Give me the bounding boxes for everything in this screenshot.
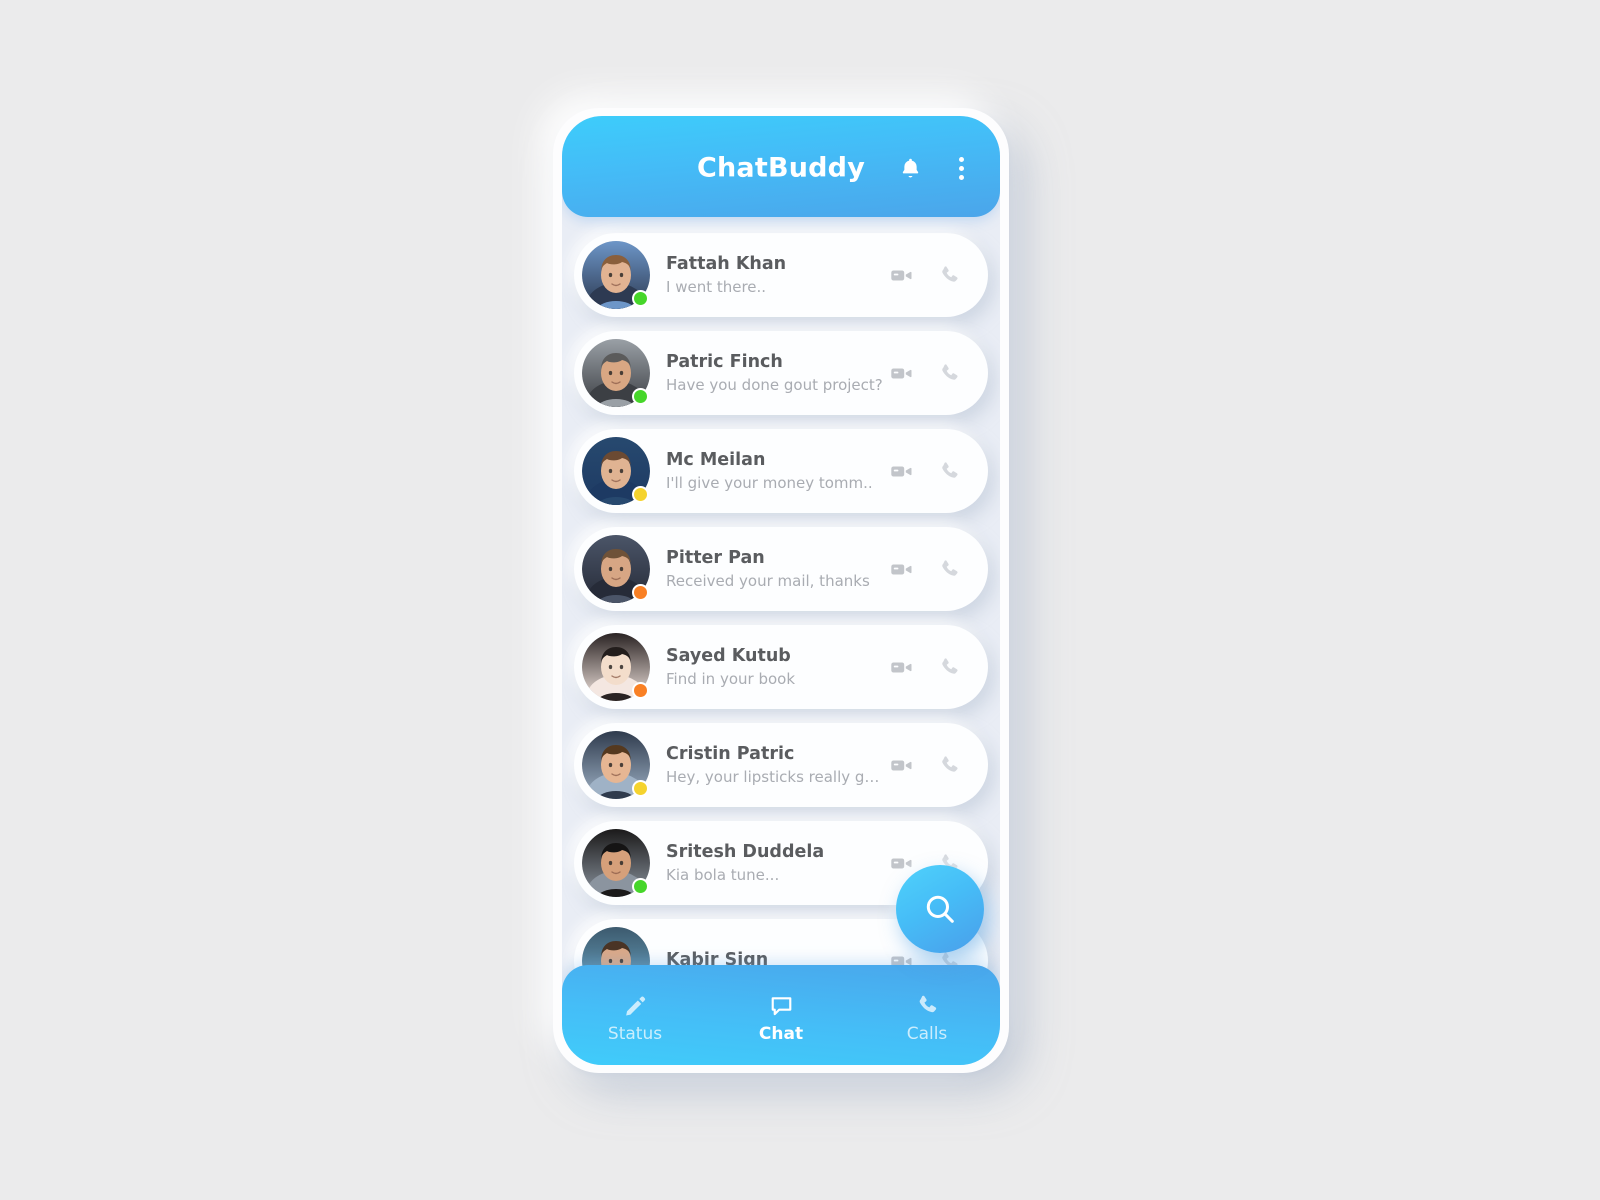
status-badge: [632, 290, 649, 307]
chat-item-actions: [888, 752, 988, 778]
nav-item-calls[interactable]: Calls: [854, 987, 1000, 1043]
menu-dot: [958, 156, 964, 162]
chat-item-actions: [888, 458, 988, 484]
bottom-navigation[interactable]: Status Chat Calls: [562, 965, 1000, 1065]
phone-icon: [913, 991, 941, 1019]
app-header: ChatBuddy: [562, 116, 1000, 217]
last-message: I'll give your money tomm..: [666, 473, 873, 492]
menu-dot: [958, 174, 964, 180]
status-badge: [632, 486, 649, 503]
bell-icon[interactable]: [897, 155, 923, 181]
contact-name: Pitter Pan: [666, 548, 765, 569]
nav-item-chat[interactable]: Chat: [708, 987, 854, 1043]
chat-item-text: Sayed Kutub Find in your book: [650, 645, 888, 689]
chat-item-text: Fattah Khan I went there..: [650, 253, 888, 297]
last-message: I went there..: [666, 277, 767, 296]
status-badge: [632, 878, 649, 895]
voice-call-icon[interactable]: [936, 458, 962, 484]
video-call-icon[interactable]: [888, 654, 914, 680]
chat-item-actions: [888, 360, 988, 386]
last-message: Find in your book: [666, 669, 796, 688]
status-badge: [632, 388, 649, 405]
chat-list-item[interactable]: Fattah Khan I went there..: [574, 233, 988, 317]
video-call-icon[interactable]: [888, 360, 914, 386]
status-badge: [632, 682, 649, 699]
contact-name: Sayed Kutub: [666, 646, 791, 667]
phone-frame: ChatBuddy Fattah Khan I went there.. Pat…: [553, 108, 1009, 1073]
contact-name: Sritesh Duddela: [666, 842, 825, 863]
contact-name: Cristin Patric: [666, 744, 795, 765]
last-message: Have you done gout project?: [666, 375, 883, 394]
pencil-icon: [621, 991, 649, 1019]
chat-item-actions: [888, 654, 988, 680]
voice-call-icon[interactable]: [936, 262, 962, 288]
last-message: Kia bola tune...: [666, 865, 780, 884]
nav-item-status[interactable]: Status: [562, 987, 708, 1043]
chat-bubble-icon: [767, 991, 795, 1019]
video-call-icon[interactable]: [888, 752, 914, 778]
avatar[interactable]: [582, 731, 650, 799]
chat-item-actions: [888, 556, 988, 582]
overflow-menu-icon[interactable]: [950, 155, 972, 181]
phone-screen: ChatBuddy Fattah Khan I went there.. Pat…: [562, 116, 1000, 1065]
chat-list-item[interactable]: Patric Finch Have you done gout project?: [574, 331, 988, 415]
video-call-icon[interactable]: [888, 458, 914, 484]
voice-call-icon[interactable]: [936, 752, 962, 778]
avatar[interactable]: [582, 535, 650, 603]
chat-item-text: Sritesh Duddela Kia bola tune...: [650, 841, 888, 885]
chat-list-item[interactable]: Sayed Kutub Find in your book: [574, 625, 988, 709]
chat-list-item[interactable]: Mc Meilan I'll give your money tomm..: [574, 429, 988, 513]
contact-name: Mc Meilan: [666, 450, 766, 471]
nav-item-label: Status: [607, 1024, 663, 1044]
chat-item-text: Mc Meilan I'll give your money tomm..: [650, 449, 888, 493]
avatar[interactable]: [582, 339, 650, 407]
chat-list-item[interactable]: Cristin Patric Hey, your lipsticks reall…: [574, 723, 988, 807]
avatar[interactable]: [582, 241, 650, 309]
search-fab[interactable]: [896, 865, 984, 953]
nav-item-label: Chat: [758, 1024, 804, 1044]
voice-call-icon[interactable]: [936, 360, 962, 386]
chat-item-text: Cristin Patric Hey, your lipsticks reall…: [650, 743, 888, 787]
page-title: ChatBuddy: [696, 152, 866, 184]
chat-item-actions: [888, 262, 988, 288]
last-message: Received your mail, thanks: [666, 571, 870, 590]
contact-name: Fattah Khan: [666, 254, 787, 275]
avatar[interactable]: [582, 829, 650, 897]
status-badge: [632, 584, 649, 601]
avatar[interactable]: [582, 437, 650, 505]
contact-name: Patric Finch: [666, 352, 783, 373]
last-message: Hey, your lipsticks really good: [666, 767, 884, 786]
video-call-icon[interactable]: [888, 850, 914, 876]
video-call-icon[interactable]: [888, 556, 914, 582]
video-call-icon[interactable]: [888, 262, 914, 288]
menu-dot: [958, 165, 964, 171]
chat-list-item[interactable]: Pitter Pan Received your mail, thanks: [574, 527, 988, 611]
status-badge: [632, 780, 649, 797]
chat-item-text: Patric Finch Have you done gout project?: [650, 351, 888, 395]
avatar[interactable]: [582, 633, 650, 701]
voice-call-icon[interactable]: [936, 654, 962, 680]
chat-item-text: Pitter Pan Received your mail, thanks: [650, 547, 888, 591]
voice-call-icon[interactable]: [936, 556, 962, 582]
nav-item-label: Calls: [906, 1024, 948, 1044]
